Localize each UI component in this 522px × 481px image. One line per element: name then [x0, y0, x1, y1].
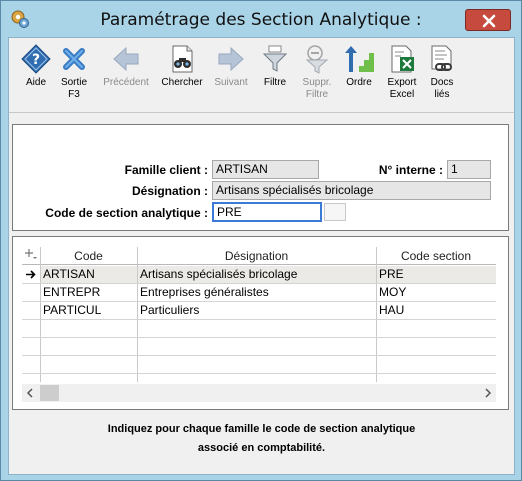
arrow-right-icon: [218, 46, 244, 72]
form-panel: Famille client : ARTISAN N° interne : 1 …: [12, 124, 509, 231]
linked-docs-icon: [431, 45, 452, 71]
cell-code-section[interactable]: PRE: [377, 266, 496, 283]
window-title: Paramétrage des Section Analytique :: [100, 10, 422, 30]
designation-field: Artisans spécialisés bricolage: [212, 181, 491, 200]
main-window: Paramétrage des Section Analytique : ? A…: [0, 0, 522, 481]
table-row[interactable]: ENTREPR Entreprises généralistes MOY: [22, 284, 496, 302]
previous-button[interactable]: Précédent: [101, 40, 151, 106]
toolbar-divider: [9, 112, 514, 113]
help-text: Indiquez pour chaque famille le code de …: [9, 420, 514, 458]
linked-docs-button-label: Docs liés: [430, 77, 454, 100]
numero-interne-field: 1: [447, 160, 491, 179]
cell-code[interactable]: PARTICUL: [41, 302, 137, 319]
title-bar[interactable]: Paramétrage des Section Analytique :: [1, 1, 521, 37]
code-section-label: Code de section analytique :: [45, 206, 208, 220]
cell-code-section[interactable]: HAU: [377, 302, 496, 319]
famille-client-label: Famille client :: [124, 163, 208, 177]
search-button-label: Chercher: [161, 77, 203, 88]
help-text-line-2: associé en comptabilité.: [197, 442, 326, 454]
column-header-code[interactable]: Code: [40, 247, 137, 265]
toolbar: ? Aide Sortie F3 Précédent Chercher Suiv…: [9, 38, 514, 108]
search-button[interactable]: Chercher: [157, 40, 207, 106]
funnel-icon: [262, 45, 288, 72]
add-row-icon[interactable]: [22, 247, 40, 265]
code-section-lookup-button[interactable]: [324, 203, 346, 221]
close-button[interactable]: [465, 9, 511, 31]
current-row-arrow-icon: [22, 266, 40, 283]
exit-x-icon: [63, 48, 85, 70]
code-section-input[interactable]: PRE: [212, 202, 322, 222]
help-diamond-icon: ?: [21, 44, 51, 74]
excel-export-icon: [391, 45, 414, 73]
table-row[interactable]: ARTISAN Artisans spécialisés bricolage P…: [22, 266, 496, 284]
cell-code-section[interactable]: MOY: [377, 284, 496, 301]
close-icon: [482, 14, 496, 28]
client-area: ? Aide Sortie F3 Précédent Chercher Suiv…: [8, 37, 515, 475]
numero-interne-label: N° interne :: [378, 163, 443, 177]
next-button-label: Suivant: [214, 77, 248, 88]
binoculars-document-icon: [172, 45, 193, 73]
scroll-left-icon[interactable]: [22, 384, 39, 402]
next-button[interactable]: Suivant: [206, 40, 256, 106]
cell-code[interactable]: ARTISAN: [41, 266, 137, 283]
cell-code[interactable]: ENTREPR: [41, 284, 137, 301]
help-text-line-1: Indiquez pour chaque famille le code de …: [107, 423, 416, 435]
empty-table-row[interactable]: [22, 320, 496, 338]
previous-button-label: Précédent: [103, 77, 149, 88]
horizontal-scrollbar[interactable]: [22, 384, 496, 402]
svg-text:?: ?: [32, 52, 40, 68]
cell-designation[interactable]: Artisans spécialisés bricolage: [138, 266, 376, 283]
empty-table-row[interactable]: [22, 356, 496, 374]
grid-panel: Code Désignation Code section ARTISAN Ar…: [12, 236, 509, 410]
remove-filter-icon: [305, 45, 329, 74]
cell-designation[interactable]: Entreprises généralistes: [138, 284, 376, 301]
sort-order-icon: [345, 46, 374, 72]
column-header-code-section[interactable]: Code section: [376, 247, 496, 265]
designation-label: Désignation :: [131, 184, 208, 198]
column-header-designation[interactable]: Désignation: [137, 247, 376, 265]
table-row[interactable]: PARTICUL Particuliers HAU: [22, 302, 496, 320]
empty-table-row[interactable]: [22, 338, 496, 356]
scroll-right-icon[interactable]: [479, 384, 496, 402]
arrow-left-icon: [113, 46, 139, 72]
table-header: Code Désignation Code section: [22, 247, 496, 265]
famille-client-field: ARTISAN: [212, 160, 319, 179]
linked-docs-button[interactable]: Docs liés: [417, 40, 467, 106]
exit-button[interactable]: Sortie F3: [49, 40, 99, 106]
exit-button-label: Sortie F3: [60, 77, 88, 100]
cell-designation[interactable]: Particuliers: [138, 302, 376, 319]
scroll-thumb[interactable]: [40, 385, 59, 401]
